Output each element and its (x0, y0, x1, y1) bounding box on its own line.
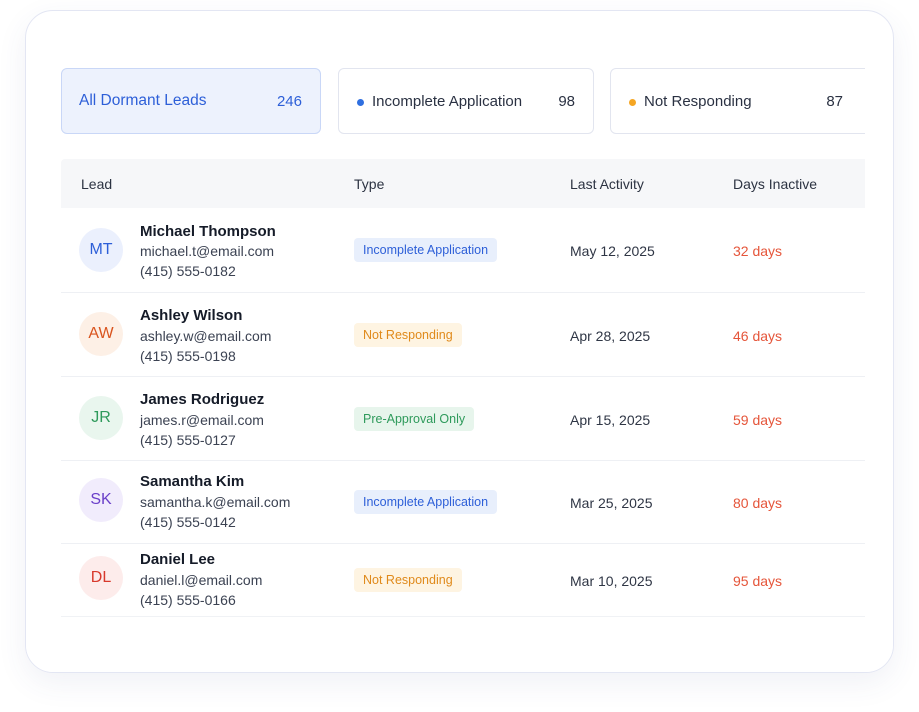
status-badge: Incomplete Application (354, 490, 498, 514)
days-inactive: 95 days (733, 573, 783, 589)
lead-phone: (415) 555-0127 (140, 432, 236, 448)
lead-phone: (415) 555-0198 (140, 348, 236, 364)
table-row[interactable]: MT Michael Thompson michael.t@email.com … (61, 208, 865, 293)
dormant-leads-card: All Dormant Leads 246 Incomplete Applica… (25, 10, 894, 673)
segment-count: 87 (826, 92, 843, 110)
segment-label: All Dormant Leads (79, 92, 207, 109)
last-activity: May 12, 2025 (570, 243, 655, 259)
avatar: MT (79, 228, 123, 272)
status-badge: Not Responding (354, 323, 462, 347)
table-row[interactable]: JR James Rodriguez james.r@email.com (41… (61, 377, 865, 461)
status-badge: Incomplete Application (354, 238, 498, 262)
lead-name: Samantha Kim (140, 473, 245, 490)
lead-phone: (415) 555-0182 (140, 263, 236, 279)
days-inactive: 32 days (733, 243, 783, 259)
avatar: AW (79, 312, 123, 356)
status-badge: Not Responding (354, 568, 462, 592)
status-dot-icon (629, 99, 636, 106)
last-activity: Mar 10, 2025 (570, 573, 653, 589)
status-badge: Pre-Approval Only (354, 407, 475, 431)
column-header-type[interactable]: Type (354, 176, 384, 192)
segment-not-responding[interactable]: Not Responding 87 (610, 68, 865, 134)
lead-phone: (415) 555-0142 (140, 514, 236, 530)
leads-table: Lead Type Last Activity Days Inactive MT… (61, 159, 865, 617)
lead-email: samantha.k@email.com (140, 494, 291, 510)
table-header: Lead Type Last Activity Days Inactive (61, 159, 865, 208)
days-inactive: 46 days (733, 328, 783, 344)
table-row[interactable]: DL Daniel Lee daniel.l@email.com (415) 5… (61, 544, 865, 617)
table-row[interactable]: SK Samantha Kim samantha.k@email.com (41… (61, 461, 865, 544)
segment-all-dormant-leads[interactable]: All Dormant Leads 246 (61, 68, 321, 134)
lead-name: Ashley Wilson (140, 307, 243, 324)
avatar: JR (79, 396, 123, 440)
lead-email: michael.t@email.com (140, 243, 275, 259)
table-row[interactable]: AW Ashley Wilson ashley.w@email.com (415… (61, 293, 865, 377)
segment-incomplete-application[interactable]: Incomplete Application 98 (338, 68, 594, 134)
column-header-last-activity[interactable]: Last Activity (570, 176, 644, 192)
lead-phone: (415) 555-0166 (140, 592, 236, 608)
segment-count: 98 (558, 92, 575, 110)
segment-label: Not Responding (644, 92, 752, 110)
segment-filter: All Dormant Leads 246 Incomplete Applica… (61, 68, 865, 134)
card-content: All Dormant Leads 246 Incomplete Applica… (61, 11, 865, 672)
status-dot-icon (357, 99, 364, 106)
days-inactive: 59 days (733, 412, 783, 428)
last-activity: Apr 28, 2025 (570, 328, 651, 344)
lead-name: Daniel Lee (140, 551, 216, 568)
lead-email: james.r@email.com (140, 412, 264, 428)
column-header-lead[interactable]: Lead (81, 176, 112, 192)
days-inactive: 80 days (733, 495, 783, 511)
scroll-fade (26, 612, 893, 672)
avatar: SK (79, 478, 123, 522)
lead-name: James Rodriguez (140, 391, 265, 408)
column-header-days-inactive[interactable]: Days Inactive (733, 176, 817, 192)
segment-label: Incomplete Application (372, 92, 523, 110)
lead-name: Michael Thompson (140, 223, 276, 240)
lead-email: daniel.l@email.com (140, 572, 263, 588)
last-activity: Mar 25, 2025 (570, 495, 653, 511)
last-activity: Apr 15, 2025 (570, 412, 651, 428)
segment-count: 246 (276, 92, 302, 110)
lead-email: ashley.w@email.com (140, 328, 272, 344)
avatar: DL (79, 556, 123, 600)
